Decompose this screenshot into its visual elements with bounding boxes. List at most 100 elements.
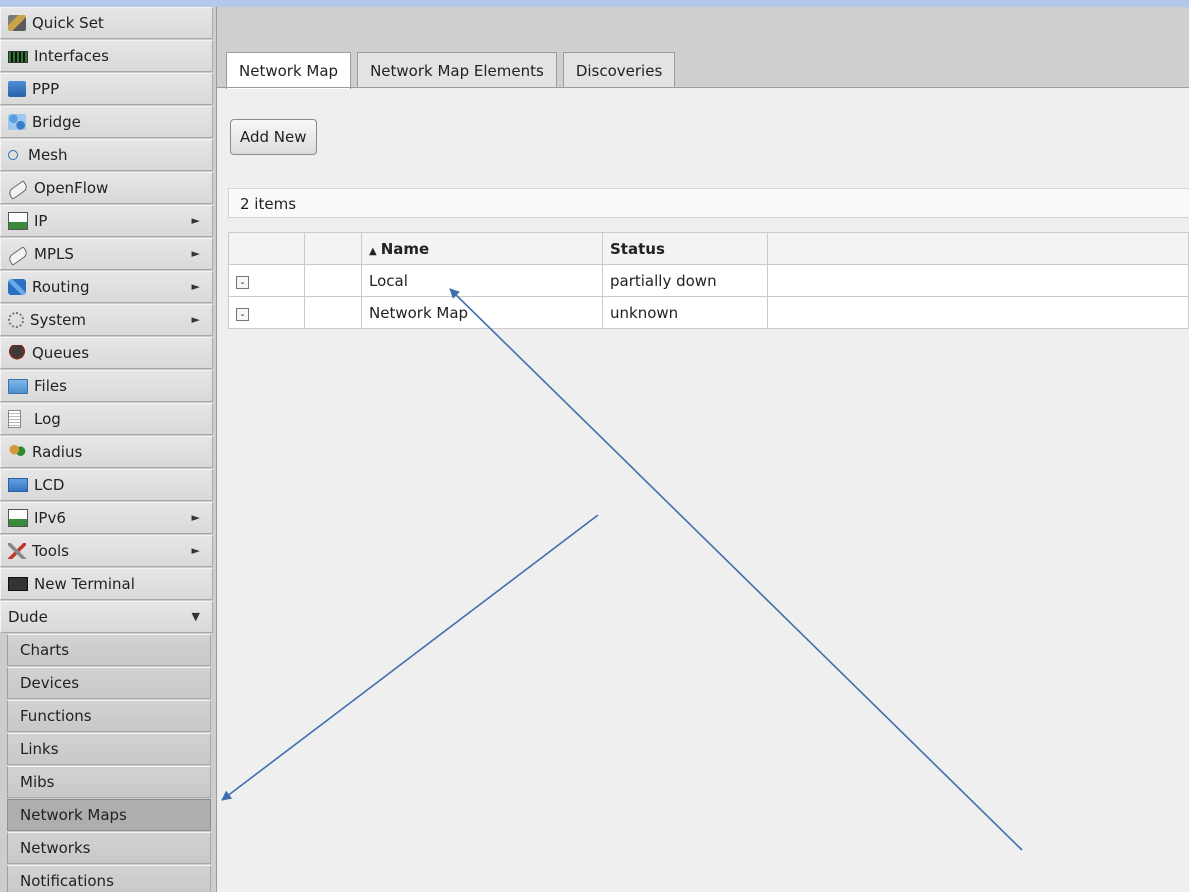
sidebar-item-label: OpenFlow <box>34 179 109 197</box>
chevron-right-icon: ► <box>191 247 200 260</box>
bridge-icon <box>8 114 26 130</box>
tab-discoveries[interactable]: Discoveries <box>562 52 676 88</box>
sidebar-subitem-label: Devices <box>20 674 80 692</box>
ipv6-icon <box>8 509 28 527</box>
sidebar-subitem-network-maps[interactable]: Network Maps <box>7 799 211 831</box>
chevron-right-icon: ► <box>191 313 200 326</box>
sidebar-subitem-mibs[interactable]: Mibs <box>7 766 211 798</box>
sidebar-subitem-devices[interactable]: Devices <box>7 667 211 699</box>
main-panel: Network Map Network Map Elements Discoveri… <box>217 7 1189 892</box>
disable-toggle-button[interactable]: - <box>236 275 249 289</box>
sidebar-item-label: IP <box>34 212 48 230</box>
sidebar-item-radius[interactable]: Radius <box>0 436 213 468</box>
tab-network-map[interactable]: Network Map <box>226 52 352 89</box>
sidebar-item-routing[interactable]: Routing ► <box>0 271 213 303</box>
routing-icon <box>8 279 26 295</box>
ppp-icon <box>8 81 26 97</box>
sidebar-item-label: Log <box>34 410 61 428</box>
sidebar-subitem-label: Charts <box>20 641 70 659</box>
sidebar-subitem-charts[interactable]: Charts <box>7 634 211 666</box>
sidebar-subitem-label: Functions <box>20 707 92 725</box>
interfaces-icon <box>8 51 28 63</box>
sidebar-item-label: New Terminal <box>34 575 135 593</box>
sidebar-subitem-networks[interactable]: Networks <box>7 832 211 864</box>
sidebar-item-queues[interactable]: Queues <box>0 337 213 369</box>
chevron-right-icon: ► <box>191 280 200 293</box>
sidebar-item-label: MPLS <box>34 245 74 263</box>
sidebar-item-interfaces[interactable]: Interfaces <box>0 40 213 72</box>
terminal-icon <box>8 577 28 591</box>
chevron-right-icon: ► <box>191 544 200 557</box>
disable-toggle-button[interactable]: - <box>236 307 249 321</box>
sidebar-item-dude[interactable]: Dude ▼ <box>0 601 213 633</box>
openflow-icon <box>6 180 30 200</box>
sidebar-subitem-notifications[interactable]: Notifications <box>7 865 211 892</box>
lcd-icon <box>8 478 28 492</box>
sidebar-item-label: Queues <box>32 344 90 362</box>
sidebar-item-label: PPP <box>32 80 60 98</box>
sidebar-subitem-label: Notifications <box>20 872 114 890</box>
sidebar-subitem-label: Network Maps <box>20 806 127 824</box>
chevron-right-icon: ► <box>191 214 200 227</box>
add-new-button[interactable]: Add New <box>230 119 317 155</box>
sidebar-item-ip[interactable]: IP ► <box>0 205 213 237</box>
sidebar-item-quick-set[interactable]: Quick Set <box>0 7 213 39</box>
mesh-icon <box>8 150 18 160</box>
sidebar-item-mpls[interactable]: MPLS ► <box>0 238 213 270</box>
sidebar-subitem-links[interactable]: Links <box>7 733 211 765</box>
chevron-down-icon: ▼ <box>191 610 200 623</box>
sidebar-item-label: System <box>30 311 86 329</box>
sidebar-item-openflow[interactable]: OpenFlow <box>0 172 213 204</box>
chevron-right-icon: ► <box>191 511 200 524</box>
sidebar-item-tools[interactable]: Tools ► <box>0 535 213 567</box>
tools-icon <box>8 543 26 559</box>
row-toggle-cell: - <box>228 264 305 297</box>
sidebar-item-log[interactable]: Log <box>0 403 213 435</box>
sidebar-item-label: Tools <box>32 542 69 560</box>
column-header-name[interactable]: ▲ Name <box>361 232 603 265</box>
column-header-status[interactable]: Status <box>602 232 768 265</box>
sidebar-subitem-label: Mibs <box>20 773 55 791</box>
network-map-table: ▲ Name Status - Local partially down - Networ… <box>228 232 1189 329</box>
sidebar-item-ppp[interactable]: PPP <box>0 73 213 105</box>
column-header-blank <box>767 232 1189 265</box>
blank-cell <box>767 296 1189 329</box>
queues-icon <box>8 345 26 361</box>
sidebar-subitem-label: Links <box>20 740 59 758</box>
column-header-label: Status <box>610 239 665 258</box>
quick-set-icon <box>8 15 26 31</box>
column-header-label: Name <box>380 239 430 258</box>
blank-cell <box>304 264 362 297</box>
sidebar-menu: Quick Set Interfaces PPP Bridge Mesh OpenFlow… <box>0 7 216 600</box>
status-cell: partially down <box>602 264 768 297</box>
sidebar-item-system[interactable]: System ► <box>0 304 213 336</box>
mpls-icon <box>6 246 30 266</box>
sidebar-item-label: Radius <box>32 443 83 461</box>
tab-divider <box>217 87 1189 88</box>
radius-icon <box>8 444 26 460</box>
sidebar-subitem-functions[interactable]: Functions <box>7 700 211 732</box>
files-icon <box>8 378 28 394</box>
sidebar-item-label: Interfaces <box>34 47 109 65</box>
sidebar-item-new-terminal[interactable]: New Terminal <box>0 568 213 600</box>
sidebar-item-label: Bridge <box>32 113 81 131</box>
dude-submenu: Charts Devices Functions Links Mibs Network M… <box>7 634 216 892</box>
sidebar-item-mesh[interactable]: Mesh <box>0 139 213 171</box>
sidebar-item-bridge[interactable]: Bridge <box>0 106 213 138</box>
tab-bar: Network Map Network Map Elements Discoveri… <box>226 52 681 89</box>
table-row[interactable]: - Local partially down <box>228 264 1189 297</box>
sidebar-item-label: Files <box>34 377 67 395</box>
column-header-blank <box>228 232 305 265</box>
sidebar-item-lcd[interactable]: LCD <box>0 469 213 501</box>
sidebar-item-ipv6[interactable]: IPv6 ► <box>0 502 213 534</box>
sidebar: Quick Set Interfaces PPP Bridge Mesh OpenFlow… <box>0 7 217 892</box>
table-row[interactable]: - Network Map unknown <box>228 296 1189 329</box>
sidebar-item-files[interactable]: Files <box>0 370 213 402</box>
status-cell: unknown <box>602 296 768 329</box>
name-cell[interactable]: Network Map <box>361 296 603 329</box>
name-cell[interactable]: Local <box>361 264 603 297</box>
tab-network-map-elements[interactable]: Network Map Elements <box>357 52 557 88</box>
row-toggle-cell: - <box>228 296 305 329</box>
sort-up-icon: ▲ <box>369 245 377 257</box>
ip-icon <box>8 212 28 230</box>
